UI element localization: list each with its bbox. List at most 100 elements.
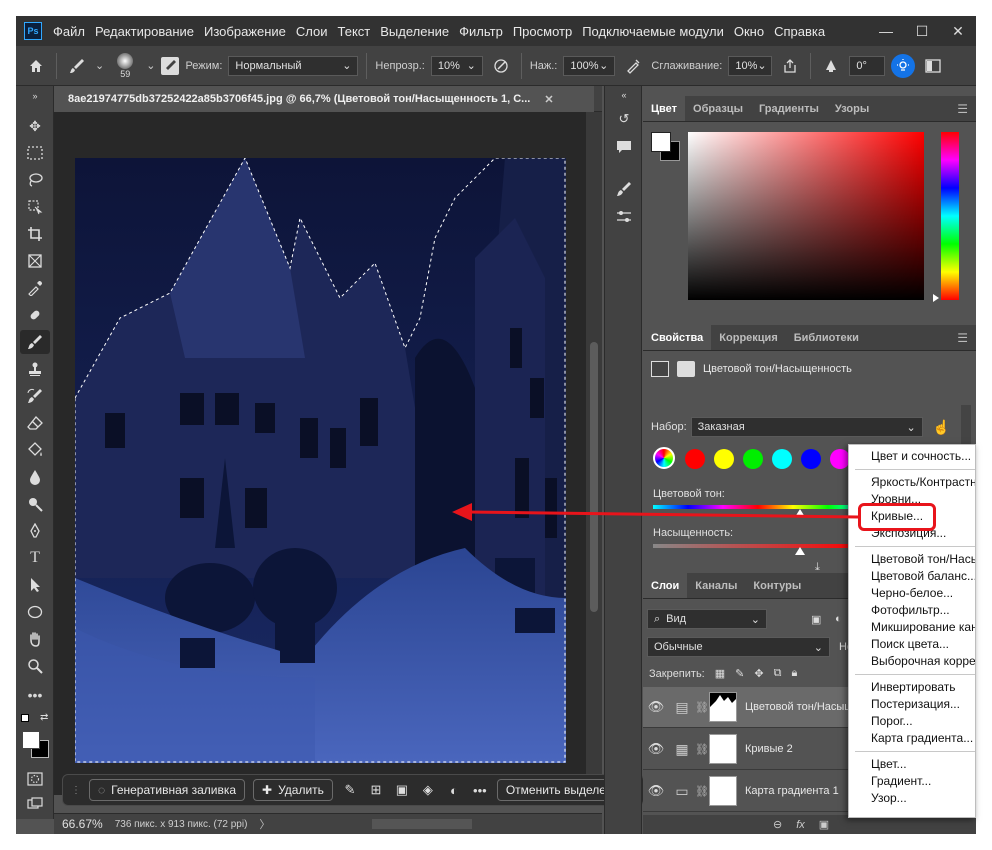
layer-filter-select[interactable]: ⌕ Вид ⌄ xyxy=(647,609,767,629)
saturation-slider-track[interactable] xyxy=(653,544,863,548)
tab-channels[interactable]: Каналы xyxy=(687,573,745,598)
move-tool-icon[interactable]: ✥ xyxy=(20,114,50,138)
layer-mask-thumbnail[interactable] xyxy=(709,776,737,806)
tab-swatches[interactable]: Образцы xyxy=(685,96,751,121)
smoothing-options-icon[interactable] xyxy=(778,54,802,78)
tab-color[interactable]: Цвет xyxy=(643,96,686,121)
zoom-tool-icon[interactable] xyxy=(20,654,50,678)
menu-item-threshold[interactable]: Порог... xyxy=(849,713,975,730)
link-chain-icon[interactable]: ⛓︎ xyxy=(695,701,709,714)
mode-select[interactable]: Нормальный ⌄ xyxy=(228,55,359,76)
home-icon[interactable] xyxy=(24,54,48,78)
tab-adjustments[interactable]: Коррекция xyxy=(711,325,785,350)
horizontal-scrollbar[interactable] xyxy=(372,819,473,829)
document-tab[interactable]: 8ae21974775db37252422a85b3706f45.jpg @ 6… xyxy=(54,86,594,112)
adjustment-layer-icon[interactable]: ◐ xyxy=(445,779,463,801)
menu-item-invert[interactable]: Инвертировать xyxy=(849,679,975,696)
clone-stamp-tool-icon[interactable] xyxy=(20,357,50,381)
canvas-area[interactable] xyxy=(54,112,602,795)
symmetry-icon[interactable] xyxy=(891,53,916,78)
menu-item-hue-saturation[interactable]: Цветовой тон/Насыщенность... xyxy=(849,551,975,568)
more-options-icon[interactable]: ••• xyxy=(471,779,489,801)
create-mask-icon[interactable]: ▣ xyxy=(393,779,411,801)
panel-menu-icon[interactable]: ☰ xyxy=(949,96,976,121)
quick-mask-icon[interactable] xyxy=(20,767,50,791)
add-mask-icon[interactable]: ▣ xyxy=(819,818,829,831)
blur-tool-icon[interactable] xyxy=(20,465,50,489)
zoom-level[interactable]: 66.67% xyxy=(62,817,103,831)
brush-settings-panel-icon[interactable] xyxy=(613,206,635,228)
default-colors-icon[interactable] xyxy=(21,714,29,722)
object-selection-tool-icon[interactable] xyxy=(20,195,50,219)
swatch-cyan[interactable] xyxy=(772,449,792,469)
canvas-vertical-scrollbar[interactable] xyxy=(586,112,602,795)
document-image[interactable] xyxy=(75,158,566,763)
visibility-eye-icon[interactable]: 👁︎ xyxy=(643,699,669,715)
menu-item-posterize[interactable]: Постеризация... xyxy=(849,696,975,713)
menu-view[interactable]: Просмотр xyxy=(508,24,577,39)
foreground-swatch-front[interactable] xyxy=(651,132,671,152)
paint-bucket-tool-icon[interactable] xyxy=(20,438,50,462)
menu-help[interactable]: Справка xyxy=(769,24,830,39)
master-hue-swatch[interactable] xyxy=(653,447,675,469)
menu-item-gradient[interactable]: Градиент... xyxy=(849,773,975,790)
pressure-opacity-icon[interactable] xyxy=(489,54,513,78)
lock-all-icon[interactable]: 🔒︎ xyxy=(791,667,797,680)
link-chain-icon[interactable]: ⛓︎ xyxy=(695,743,709,756)
swatch-yellow[interactable] xyxy=(714,449,734,469)
maximize-button[interactable]: ☐ xyxy=(904,16,940,46)
blend-mode-select[interactable]: Обычные ⌄ xyxy=(647,637,830,657)
chevron-down-icon[interactable]: ⌄ xyxy=(146,59,155,72)
collapse-arrows-icon[interactable]: « xyxy=(613,88,635,102)
scrollbar-thumb[interactable] xyxy=(590,342,598,612)
minimize-button[interactable]: — xyxy=(868,16,904,46)
remove-button[interactable]: ✚ Удалить xyxy=(253,779,333,801)
brush-size-picker[interactable]: 59 xyxy=(110,49,140,83)
mask-icon[interactable] xyxy=(677,361,695,377)
hue-slider[interactable] xyxy=(941,132,959,300)
menu-item-vibrance-color[interactable]: Цвет и сочность... xyxy=(849,448,975,465)
menu-item-color-lookup[interactable]: Поиск цвета... xyxy=(849,636,975,653)
menu-type[interactable]: Текст xyxy=(333,24,376,39)
angle-input[interactable]: 0° xyxy=(849,55,886,76)
crop-tool-icon[interactable] xyxy=(20,222,50,246)
swap-colors-icon[interactable]: ⇄ xyxy=(40,712,48,723)
chevron-down-icon[interactable]: ⌄ xyxy=(95,59,104,72)
menu-select[interactable]: Выделение xyxy=(375,24,454,39)
swatch-green[interactable] xyxy=(743,449,763,469)
link-layers-icon[interactable]: ⊖ xyxy=(773,818,782,831)
modify-selection-icon[interactable]: ✎ xyxy=(341,779,359,801)
history-brush-tool-icon[interactable] xyxy=(20,384,50,408)
invert-selection-icon[interactable]: ⊞ xyxy=(367,779,385,801)
swatch-blue[interactable] xyxy=(801,449,821,469)
link-chain-icon[interactable]: ⛓︎ xyxy=(695,785,709,798)
tab-gradients[interactable]: Градиенты xyxy=(751,96,827,121)
smoothing-input[interactable]: 10% ⌄ xyxy=(728,55,773,76)
healing-brush-tool-icon[interactable] xyxy=(20,303,50,327)
menu-plugins[interactable]: Подключаемые модули xyxy=(577,24,729,39)
opacity-input[interactable]: 10% ⌄ xyxy=(430,55,483,76)
menu-edit[interactable]: Редактирование xyxy=(90,24,199,39)
filter-image-icon[interactable]: ▣ xyxy=(811,613,821,626)
brush-tool-icon[interactable] xyxy=(20,330,50,354)
hue-slider-track[interactable] xyxy=(653,505,863,509)
brush-settings-icon[interactable] xyxy=(161,56,180,75)
lock-transparency-icon[interactable]: ▦ xyxy=(715,667,725,680)
close-button[interactable]: ✕ xyxy=(940,16,976,46)
menu-layers[interactable]: Слои xyxy=(291,24,333,39)
status-menu-icon[interactable]: 〉 xyxy=(259,816,270,832)
menu-item-black-white[interactable]: Черно-белое... xyxy=(849,585,975,602)
close-tab-icon[interactable]: ✕ xyxy=(544,93,553,106)
tab-properties[interactable]: Свойства xyxy=(643,325,712,350)
panel-toggle-icon[interactable] xyxy=(921,54,945,78)
tab-layers[interactable]: Слои xyxy=(643,573,688,598)
swatch-red[interactable] xyxy=(685,449,705,469)
menu-item-gradient-map[interactable]: Карта градиента... xyxy=(849,730,975,747)
menu-filter[interactable]: Фильтр xyxy=(454,24,508,39)
brushes-panel-icon[interactable] xyxy=(613,178,635,200)
screen-mode-icon[interactable] xyxy=(20,792,50,816)
flow-input[interactable]: 100% ⌄ xyxy=(563,55,616,76)
menu-window[interactable]: Окно xyxy=(729,24,769,39)
targeted-adjustment-icon[interactable]: ☝ xyxy=(933,419,950,436)
collapse-arrows-icon[interactable]: » xyxy=(20,90,50,102)
